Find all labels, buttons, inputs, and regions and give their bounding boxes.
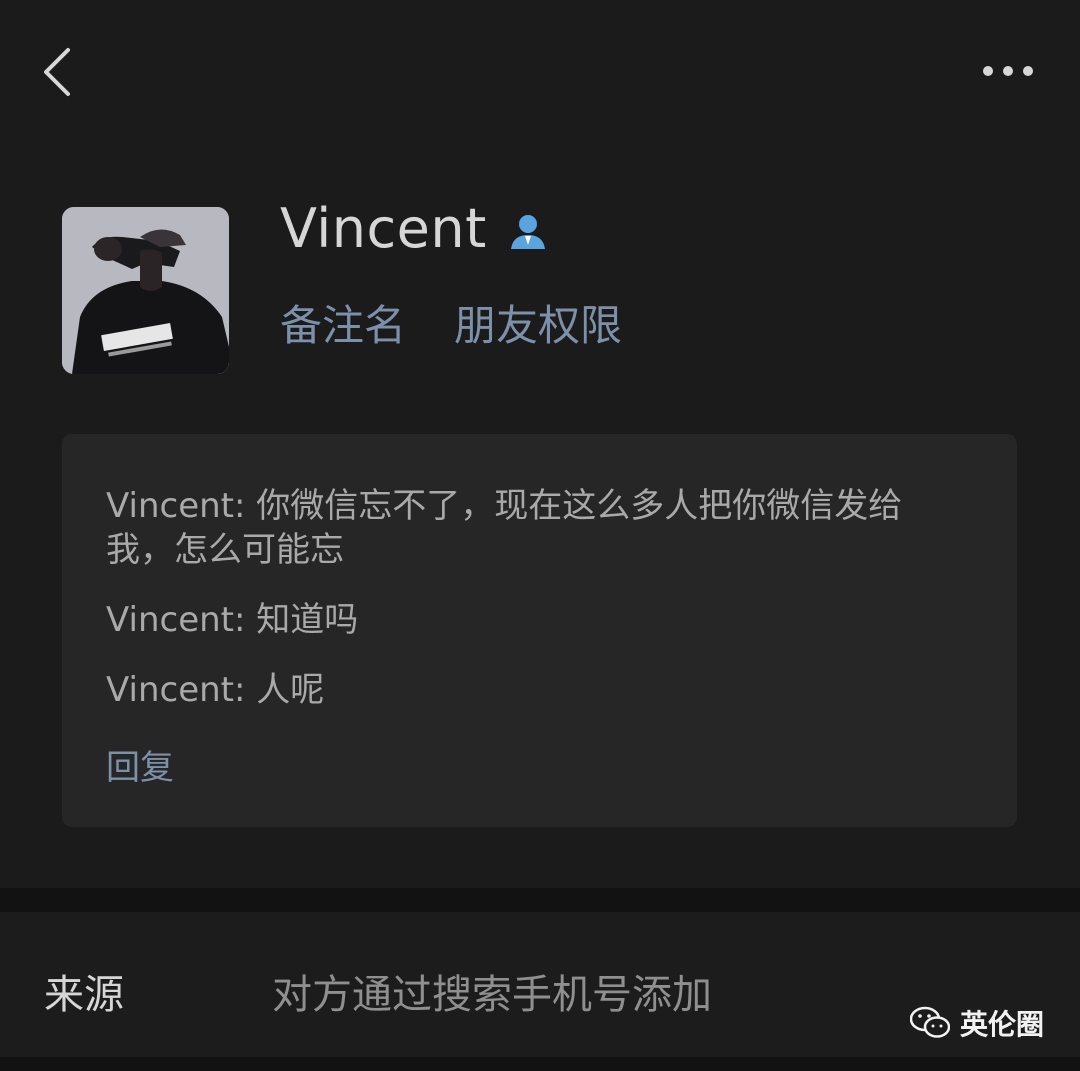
contact-profile-page: Vincent 备注名 朋友权限 Vincent: 你微信忘不了，现在这么多人把… xyxy=(0,0,1080,1071)
source-label: 来源 xyxy=(44,972,124,1018)
message-item: Vincent: 知道吗 xyxy=(106,600,359,640)
watermark: 英伦圈 xyxy=(909,1003,1044,1043)
source-value: 对方通过搜索手机号添加 xyxy=(272,972,712,1018)
chevron-left-icon xyxy=(44,48,70,96)
message-item: Vincent: 人呢 xyxy=(106,670,325,710)
reply-link[interactable]: 回复 xyxy=(106,740,174,789)
section-divider xyxy=(0,888,1080,912)
watermark-text: 英伦圈 xyxy=(959,1008,1044,1041)
message-item: Vincent: 你微信忘不了，现在这么多人把你微信发给我，怎么可能忘 xyxy=(106,486,903,570)
message-preview-card: Vincent: 你微信忘不了，现在这么多人把你微信发给我，怎么可能忘 Vinc… xyxy=(62,434,1017,827)
remark-name-link[interactable]: 备注名 xyxy=(280,292,406,353)
more-dots-icon xyxy=(983,66,1033,76)
profile-actions: 备注名 朋友权限 xyxy=(280,292,622,353)
wechat-icon xyxy=(909,1006,950,1038)
avatar-image xyxy=(62,207,229,374)
more-button[interactable] xyxy=(980,56,1036,86)
person-badge-icon xyxy=(510,215,545,249)
name-row: Vincent xyxy=(280,192,549,264)
back-button[interactable] xyxy=(40,46,76,98)
contact-name: Vincent xyxy=(280,196,487,260)
friend-permission-link[interactable]: 朋友权限 xyxy=(454,292,622,353)
avatar[interactable] xyxy=(62,207,229,374)
bottom-divider xyxy=(0,1057,1080,1071)
